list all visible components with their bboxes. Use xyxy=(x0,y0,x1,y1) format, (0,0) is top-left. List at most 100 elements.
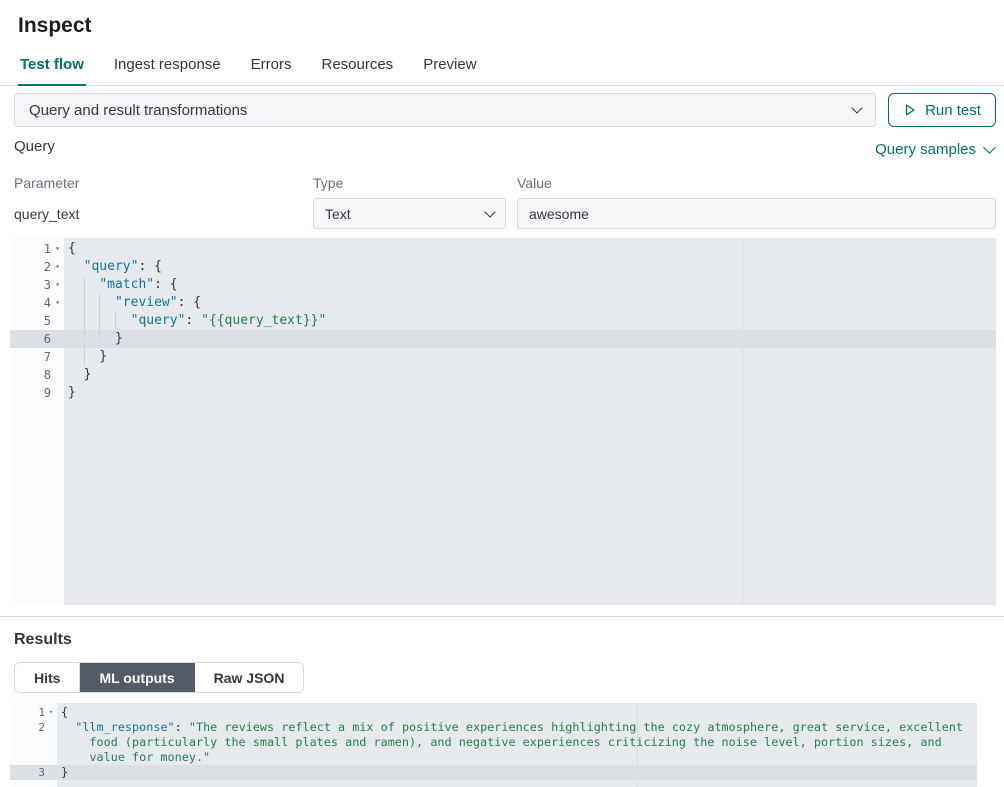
json-key-token: "review" xyxy=(115,295,178,310)
results-tab-hits[interactable]: Hits xyxy=(15,663,80,692)
indent-guide xyxy=(99,312,100,330)
line-number: 9 xyxy=(10,384,64,402)
json-punctuation-token: : xyxy=(175,720,189,734)
editor-line[interactable]: 5 "query": "{{query_text}}" xyxy=(10,312,996,330)
json-key-token: "llm_response" xyxy=(75,720,174,734)
indent-guide xyxy=(115,312,116,330)
editor-line[interactable]: 2 "llm_response": "The reviews reflect a… xyxy=(10,720,977,735)
line-number: 6 xyxy=(10,330,64,348)
json-punctuation-token xyxy=(68,295,115,310)
json-punctuation-token: } xyxy=(61,765,68,779)
query-samples-label: Query samples xyxy=(875,141,976,158)
line-number[interactable]: 1▾ xyxy=(10,705,57,720)
chevron-down-icon xyxy=(484,206,495,217)
fold-arrow-icon[interactable]: ▾ xyxy=(45,705,57,720)
indent-guide xyxy=(84,294,85,312)
line-number[interactable]: 3▾ xyxy=(10,276,64,294)
editor-line[interactable]: 3▾ "match": { xyxy=(10,276,996,294)
play-icon xyxy=(903,103,917,117)
run-test-label: Run test xyxy=(925,102,981,119)
code-line-text[interactable]: } xyxy=(64,384,996,402)
editor-line[interactable]: 1▾ { xyxy=(10,240,996,258)
line-number: 2 xyxy=(10,720,57,735)
tab-test-flow[interactable]: Test flow xyxy=(18,50,86,86)
type-select[interactable]: Text xyxy=(313,198,506,229)
line-number[interactable]: 1▾ xyxy=(10,240,64,258)
line-number xyxy=(10,750,57,765)
json-punctuation-token: } xyxy=(68,385,76,400)
indent-guide xyxy=(84,312,85,330)
tab-resources[interactable]: Resources xyxy=(319,50,395,85)
chevron-down-icon xyxy=(851,102,862,113)
code-line-text[interactable]: } xyxy=(64,330,996,348)
json-string-token: "{{query_text}}" xyxy=(201,313,326,328)
code-line-text[interactable]: } xyxy=(64,348,996,366)
code-line-text[interactable]: } xyxy=(64,366,996,384)
json-punctuation-token xyxy=(68,259,84,274)
json-punctuation-token: } xyxy=(68,349,107,364)
results-tab-ml-outputs[interactable]: ML outputs xyxy=(80,663,194,692)
editor-line[interactable]: 8 } xyxy=(10,366,996,384)
line-number[interactable]: 4▾ xyxy=(10,294,64,312)
fold-arrow-icon[interactable]: ▾ xyxy=(51,276,64,294)
line-number xyxy=(10,735,57,750)
editor-line[interactable]: 9} xyxy=(10,384,996,402)
code-line-text[interactable]: value for money." xyxy=(57,750,977,765)
results-heading: Results xyxy=(14,631,72,649)
value-input[interactable] xyxy=(517,198,996,229)
line-number: 7 xyxy=(10,348,64,366)
json-punctuation-token: : { xyxy=(154,277,177,292)
json-key-token: "query" xyxy=(131,313,186,328)
code-line-text[interactable]: "query": "{{query_text}}" xyxy=(64,312,996,330)
results-view-switcher: Hits ML outputs Raw JSON xyxy=(14,662,304,693)
query-editor[interactable]: 1▾{2▾ "query": {3▾ "match": {4▾ "review"… xyxy=(10,238,996,605)
column-header-value: Value xyxy=(517,175,552,191)
tab-preview[interactable]: Preview xyxy=(421,50,478,85)
line-number[interactable]: 2▾ xyxy=(10,258,64,276)
column-header-type: Type xyxy=(313,175,343,191)
code-line-text[interactable]: { xyxy=(57,705,977,720)
indent-guide xyxy=(99,330,100,348)
results-tab-raw-json[interactable]: Raw JSON xyxy=(195,663,304,692)
editor-active-line[interactable]: 3} xyxy=(10,765,977,780)
editor-line[interactable]: 1▾{ xyxy=(10,705,977,720)
tab-ingest-response[interactable]: Ingest response xyxy=(112,50,223,85)
page-title: Inspect xyxy=(18,14,92,38)
code-line-text[interactable]: } xyxy=(57,765,977,780)
json-string-token: food (particularly the small plates and … xyxy=(61,735,942,749)
flow-select-value: Query and result transformations xyxy=(29,102,247,119)
inspect-panel: Inspect Test flow Ingest response Errors… xyxy=(0,0,1004,787)
editor-line[interactable]: 2▾ "query": { xyxy=(10,258,996,276)
flow-select[interactable]: Query and result transformations xyxy=(14,93,876,127)
editor-line[interactable]: 4▾ "review": { xyxy=(10,294,996,312)
code-line-text[interactable]: { xyxy=(64,240,996,258)
code-line-text[interactable]: "llm_response": "The reviews reflect a m… xyxy=(57,720,977,735)
editor-line[interactable]: food (particularly the small plates and … xyxy=(10,735,977,750)
line-number: 3 xyxy=(10,765,57,780)
code-line-text[interactable]: "query": { xyxy=(64,258,996,276)
code-line-text[interactable]: "review": { xyxy=(64,294,996,312)
tab-errors[interactable]: Errors xyxy=(249,50,294,85)
code-line-text[interactable]: food (particularly the small plates and … xyxy=(57,735,977,750)
json-punctuation-token: { xyxy=(68,241,76,256)
column-header-parameter: Parameter xyxy=(14,175,79,191)
query-samples-link[interactable]: Query samples xyxy=(875,141,994,158)
fold-arrow-icon[interactable]: ▾ xyxy=(51,240,64,258)
editor-line[interactable]: value for money." xyxy=(10,750,977,765)
line-number: 8 xyxy=(10,366,64,384)
json-string-token: value for money." xyxy=(61,750,210,764)
indent-guide xyxy=(99,294,100,312)
code-line-text[interactable]: "match": { xyxy=(64,276,996,294)
indent-guide xyxy=(84,330,85,348)
results-editor[interactable]: 1▾{2 "llm_response": "The reviews reflec… xyxy=(10,703,977,787)
editor-line[interactable]: 7 } xyxy=(10,348,996,366)
line-number: 5 xyxy=(10,312,64,330)
run-test-button[interactable]: Run test xyxy=(888,93,996,127)
indent-guide xyxy=(84,276,85,294)
json-string-token: "The reviews reflect a mix of positive e… xyxy=(189,720,963,734)
fold-arrow-icon[interactable]: ▾ xyxy=(51,258,64,276)
section-divider xyxy=(0,616,1004,617)
editor-active-line[interactable]: 6 } xyxy=(10,330,996,348)
fold-arrow-icon[interactable]: ▾ xyxy=(51,294,64,312)
json-key-token: "match" xyxy=(99,277,154,292)
